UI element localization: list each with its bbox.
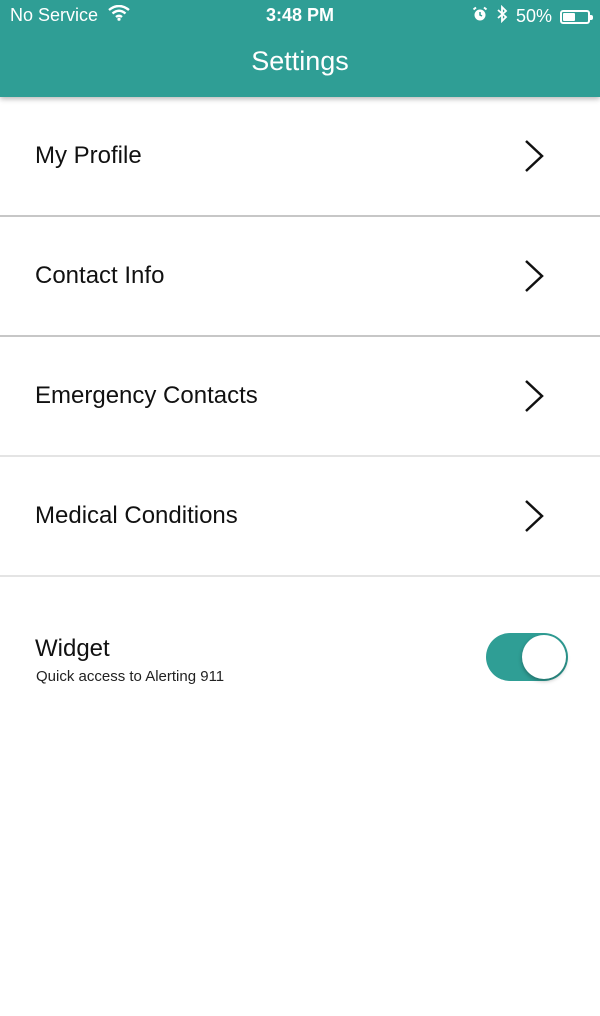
settings-item-emergency-contacts[interactable]: Emergency Contacts (0, 337, 600, 457)
settings-list: My Profile Contact Info Emergency Contac… (0, 97, 600, 727)
widget-title: Widget (35, 635, 110, 662)
widget-subtitle: Quick access to Alerting 911 (36, 668, 225, 685)
battery-percent: 50% (515, 6, 552, 26)
battery-level (563, 12, 575, 21)
settings-item-label: My Profile (35, 142, 142, 169)
status-bar: No Service 3:48 PM 50% (0, 0, 600, 34)
settings-item-my-profile[interactable]: My Profile (0, 97, 600, 217)
widget-toggle[interactable] (486, 633, 568, 681)
chevron-right-icon (525, 500, 544, 532)
toggle-knob[interactable] (522, 635, 566, 679)
chevron-right-icon (525, 380, 544, 412)
battery-icon (560, 9, 593, 24)
settings-item-label: Medical Conditions (35, 502, 238, 529)
alarm-icon (472, 6, 488, 27)
widget-setting: Widget Quick access to Alerting 911 (0, 577, 600, 727)
status-right: 50% (472, 4, 593, 28)
app-header: No Service 3:48 PM 50% Settings (0, 0, 600, 97)
page-title: Settings (251, 46, 349, 76)
settings-item-medical-conditions[interactable]: Medical Conditions (0, 457, 600, 577)
settings-item-label: Contact Info (35, 262, 165, 289)
settings-item-contact-info[interactable]: Contact Info (0, 217, 600, 337)
settings-item-label: Emergency Contacts (35, 382, 258, 409)
bluetooth-icon (496, 4, 508, 28)
chevron-right-icon (525, 260, 544, 292)
chevron-right-icon (525, 140, 544, 172)
